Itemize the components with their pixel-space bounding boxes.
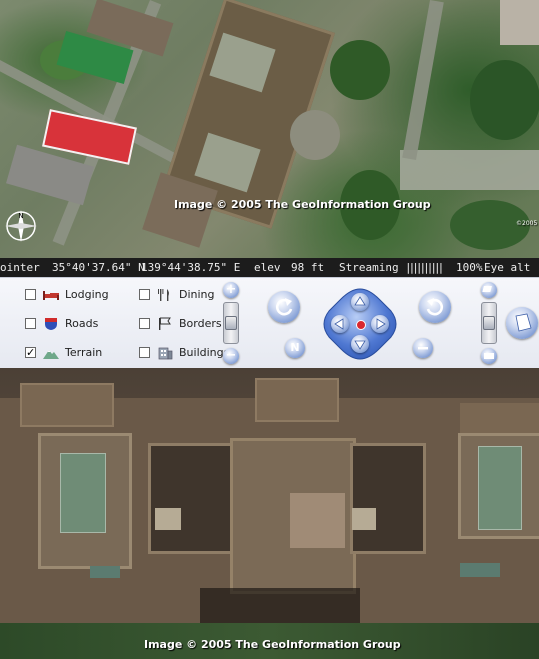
minus-icon	[418, 347, 428, 350]
arrow-right-icon	[376, 318, 386, 330]
tilt-up-button[interactable]	[481, 282, 497, 298]
tilt-slider-knob[interactable]	[483, 316, 495, 330]
roads-label: Roads	[65, 317, 99, 330]
plaza	[400, 150, 539, 190]
tilted-map-icon	[515, 313, 532, 332]
layer-terrain[interactable]: ✓ Terrain	[25, 344, 125, 362]
tree-cluster	[330, 40, 390, 100]
bottom-satellite-view[interactable]: Image © 2005 The GeoInformation Group	[0, 368, 539, 659]
roads-checkbox[interactable]	[25, 318, 36, 329]
top-copyright: Image © 2005 The GeoInformation Group	[174, 198, 431, 211]
compass-rose-icon[interactable]: N	[3, 208, 39, 244]
rotate-cw-icon	[426, 298, 443, 316]
tilt-up-icon	[482, 286, 492, 292]
tilt-down-icon	[484, 353, 494, 359]
arrow-left-icon	[334, 318, 344, 330]
rotate-cw-button[interactable]	[419, 291, 451, 323]
mountain-icon	[43, 350, 59, 359]
arrow-up-icon	[354, 296, 366, 306]
borders-label: Borders	[179, 317, 222, 330]
zoom-slider-knob[interactable]	[225, 316, 237, 330]
small-copyright: ©2005	[516, 220, 538, 227]
flag-icon	[159, 317, 171, 330]
small-roof	[460, 563, 500, 577]
dining-checkbox[interactable]	[139, 289, 150, 300]
central-tower-roof	[290, 493, 345, 548]
tree-cluster	[470, 60, 539, 140]
building-wing	[255, 378, 339, 422]
tilt-down-button[interactable]	[481, 348, 497, 364]
rotate-ccw-icon	[276, 298, 293, 316]
courtyard	[290, 110, 340, 160]
longitude-readout: 139°44'38.75" E	[141, 261, 241, 274]
fork-knife-icon	[158, 289, 169, 301]
zoom-out-button[interactable]: −	[223, 348, 239, 364]
buildings-label: Buildings	[179, 346, 230, 359]
pan-up-button[interactable]	[351, 293, 369, 311]
borders-checkbox[interactable]	[139, 318, 150, 329]
tilt-reset-button[interactable]	[413, 338, 433, 358]
building	[500, 0, 539, 45]
small-roof	[90, 566, 120, 578]
courtyard-fountain	[352, 508, 376, 530]
bottom-copyright: Image © 2005 The GeoInformation Group	[144, 638, 401, 651]
north-label: N	[290, 341, 300, 354]
arrow-down-icon	[354, 340, 366, 350]
eye-alt-label: Eye alt	[484, 261, 531, 274]
pan-down-button[interactable]	[351, 335, 369, 353]
layer-lodging[interactable]: Lodging	[25, 286, 125, 304]
tilt-view-button[interactable]	[506, 307, 538, 339]
pan-right-button[interactable]	[371, 315, 389, 333]
tilt-slider-track[interactable]	[481, 302, 497, 344]
navigation-pad[interactable]	[319, 287, 401, 361]
zoom-in-button[interactable]: +	[223, 282, 239, 298]
pan-left-button[interactable]	[331, 315, 349, 333]
rotate-ccw-button[interactable]	[268, 291, 300, 323]
streaming-percent: 100%	[456, 261, 483, 274]
building-wing	[460, 403, 539, 433]
lodging-checkbox[interactable]	[25, 289, 36, 300]
elev-value: 98 ft	[291, 261, 325, 274]
terrain-label: Terrain	[65, 346, 103, 359]
streaming-label: Streaming	[339, 261, 399, 274]
courtyard-fountain	[155, 508, 181, 530]
status-bar: ointer 35°40'37.64" N 139°44'38.75" E el…	[0, 258, 539, 277]
road-shield-icon	[45, 318, 57, 330]
streaming-bar: ||||||||||	[405, 261, 444, 274]
latitude-readout: 35°40'37.64" N	[52, 261, 145, 274]
layer-roads[interactable]: Roads	[25, 315, 125, 333]
building-icon	[158, 347, 173, 360]
elev-label: elev	[254, 261, 281, 274]
buildings-checkbox[interactable]	[139, 347, 150, 358]
building-wing	[20, 383, 114, 427]
left-courtyard	[148, 443, 236, 554]
zoom-slider-track[interactable]	[223, 302, 239, 344]
green-glass-roof	[478, 446, 522, 530]
svg-text:N: N	[18, 212, 23, 220]
bed-icon	[43, 291, 59, 300]
dining-label: Dining	[179, 288, 215, 301]
lodging-label: Lodging	[65, 288, 109, 301]
green-glass-roof	[60, 453, 106, 533]
reset-north-button[interactable]: N	[285, 338, 305, 358]
top-satellite-view[interactable]: N Image © 2005 The GeoInformation Group …	[0, 0, 539, 258]
pointer-label: ointer	[0, 261, 40, 274]
terrain-checkbox[interactable]: ✓	[25, 347, 36, 358]
right-courtyard	[350, 443, 426, 554]
center-dot[interactable]	[356, 320, 366, 330]
road	[402, 0, 444, 161]
